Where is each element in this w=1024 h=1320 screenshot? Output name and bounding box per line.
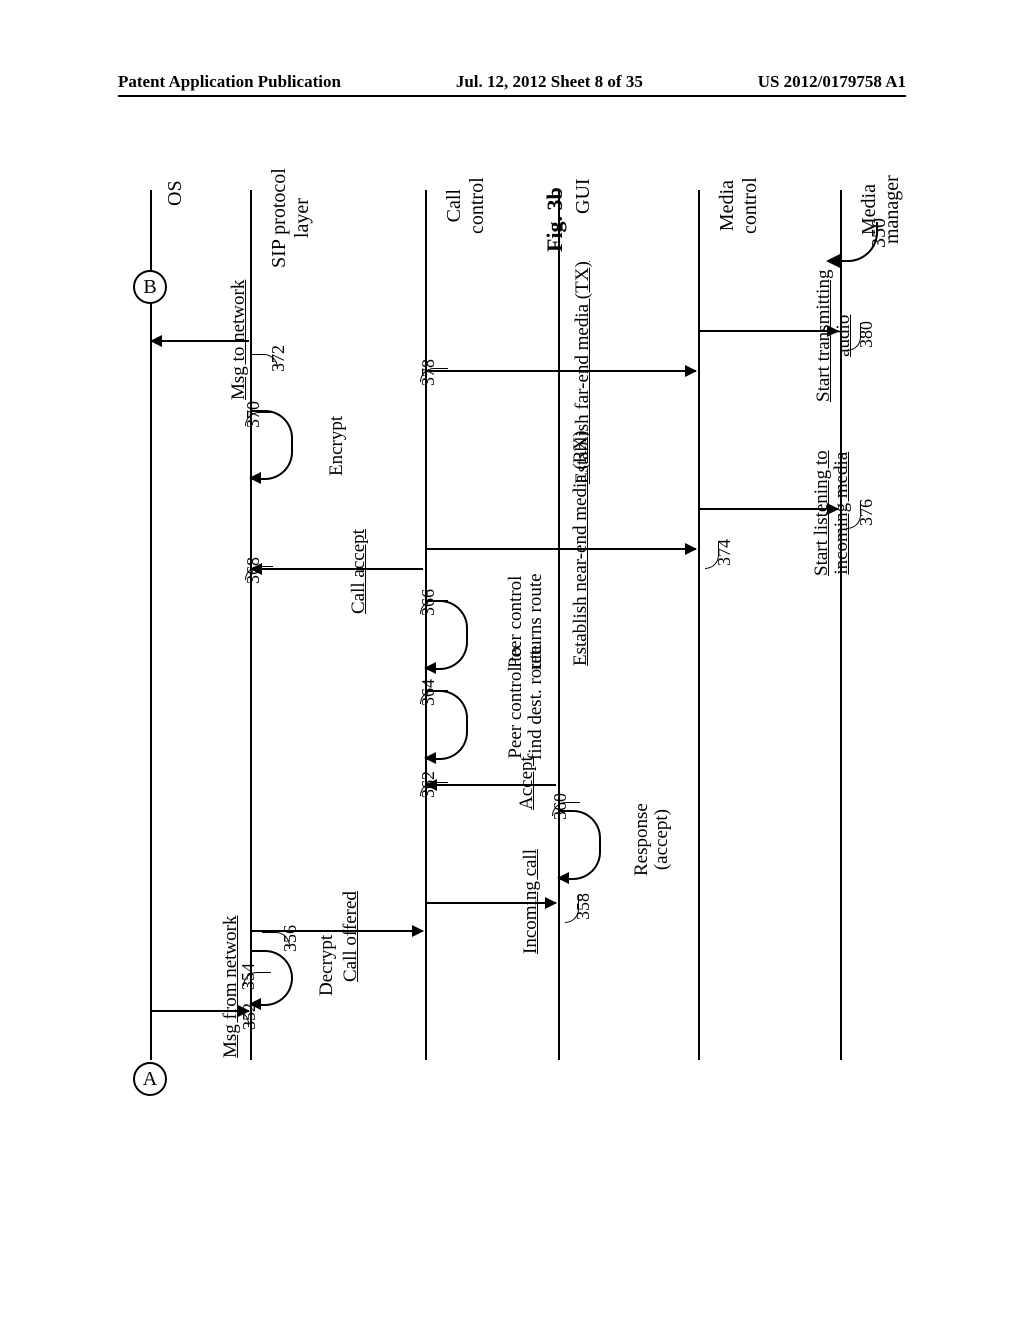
label-far-end-tx: Establish far-end media (TX) — [572, 261, 594, 484]
header-rule — [118, 95, 906, 97]
lifeline-media-control — [698, 190, 700, 1060]
loop-response-accept — [559, 810, 601, 880]
page-header: Patent Application Publication Jul. 12, … — [118, 72, 906, 92]
lifeline-gui-label: GUI — [572, 178, 595, 214]
label-response-accept: Response (accept) — [632, 803, 672, 876]
circle-a: A — [133, 1062, 167, 1096]
lifeline-gui — [558, 190, 560, 1060]
label-peer-returns: Peer control returns route — [506, 573, 546, 670]
lifeline-call-label: Call control — [443, 177, 489, 234]
lifeline-media-manager-label: Media manager — [858, 175, 904, 244]
label-incoming-call: Incoming call — [520, 849, 542, 954]
label-encrypt: Encrypt — [326, 416, 348, 476]
header-center: Jul. 12, 2012 Sheet 8 of 35 — [456, 72, 643, 92]
lifeline-sip-label: SIP protocol layer — [268, 168, 314, 268]
label-start-listen: Start listening to incoming media — [812, 450, 852, 576]
arrow-far-end-tx — [426, 370, 696, 372]
label-decrypt: Decrypt — [316, 935, 338, 996]
lifeline-media-control-label: Media control — [716, 177, 762, 234]
header-right: US 2012/0179758 A1 — [758, 72, 906, 92]
lifeline-os-label: OS — [164, 180, 187, 206]
header-left: Patent Application Publication — [118, 72, 341, 92]
arrow-call-accept — [251, 568, 423, 570]
label-call-accept: Call accept — [348, 529, 370, 614]
label-accept: Accept — [516, 756, 538, 810]
sequence-diagram: 350 OS SIP protocol layer Call control G… — [120, 190, 890, 1150]
circle-b: B — [133, 270, 167, 304]
label-msg-to-network: Msg to network — [228, 280, 250, 400]
arrow-near-end-rx — [426, 548, 696, 550]
figure-label: Fig. 3b — [542, 187, 568, 252]
lifeline-os — [150, 190, 152, 1060]
label-call-offered: Call offered — [340, 891, 362, 982]
